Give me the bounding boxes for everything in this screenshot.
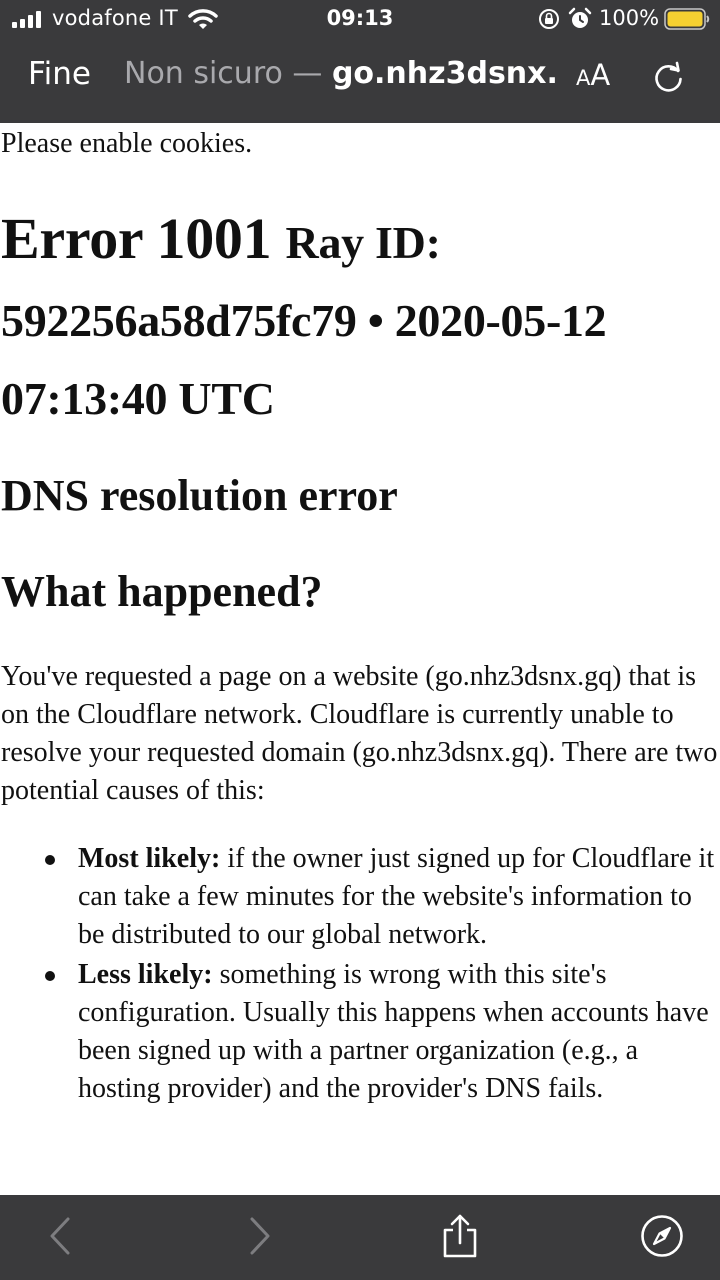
bullet <box>45 855 55 865</box>
address-bar[interactable]: Non sicuro — go.nhz3dsnx.g <box>124 56 558 102</box>
browser-bottom-toolbar <box>0 1195 720 1280</box>
page-content: Please enable cookies. Error 1001 Ray ID… <box>0 123 720 1195</box>
list-item: Less likely: something is wrong with thi… <box>45 956 720 1109</box>
cause-label: Most likely: <box>78 843 221 874</box>
cookies-notice: Please enable cookies. <box>1 128 253 159</box>
cause-label: Less likely: <box>78 958 213 990</box>
security-label: Non sicuro — <box>124 56 323 91</box>
share-icon[interactable] <box>437 1213 483 1259</box>
battery-icon <box>664 8 710 30</box>
bullet <box>45 970 55 981</box>
error-title: Error 1001 <box>1 206 272 271</box>
error-heading: Error 1001 Ray ID: 592256a58d75fc79 • 20… <box>1 202 720 436</box>
browser-nav-row: Fine Non sicuro — go.nhz3dsnx.g AA <box>0 48 720 108</box>
compass-icon[interactable] <box>639 1213 685 1259</box>
url-host: go.nhz3dsnx.g <box>331 56 558 91</box>
battery-percent: 100% <box>599 6 660 30</box>
text-size-button[interactable]: AA <box>576 58 610 92</box>
done-button[interactable]: Fine <box>28 56 91 92</box>
reload-icon[interactable] <box>652 60 686 94</box>
text-size-small-glyph: A <box>576 66 591 90</box>
text-size-big-glyph: A <box>590 58 611 92</box>
error-description: You've requested a page on a website (go… <box>1 661 718 806</box>
list-item: Most likely: if the owner just signed up… <box>45 840 720 955</box>
rotation-lock-icon <box>539 9 559 29</box>
back-arrow-icon[interactable] <box>38 1213 84 1259</box>
forward-arrow-icon[interactable] <box>236 1213 282 1259</box>
browser-top-chrome: vodafone IT 09:13 100% Fine Non sicuro —… <box>0 0 720 123</box>
alarm-icon <box>568 7 592 28</box>
error-subtitle: DNS resolution error <box>1 471 398 520</box>
what-happened-heading: What happened? <box>1 567 323 616</box>
causes-list: Most likely: if the owner just signed up… <box>1 840 720 1108</box>
status-bar: vodafone IT 09:13 100% <box>0 0 720 40</box>
